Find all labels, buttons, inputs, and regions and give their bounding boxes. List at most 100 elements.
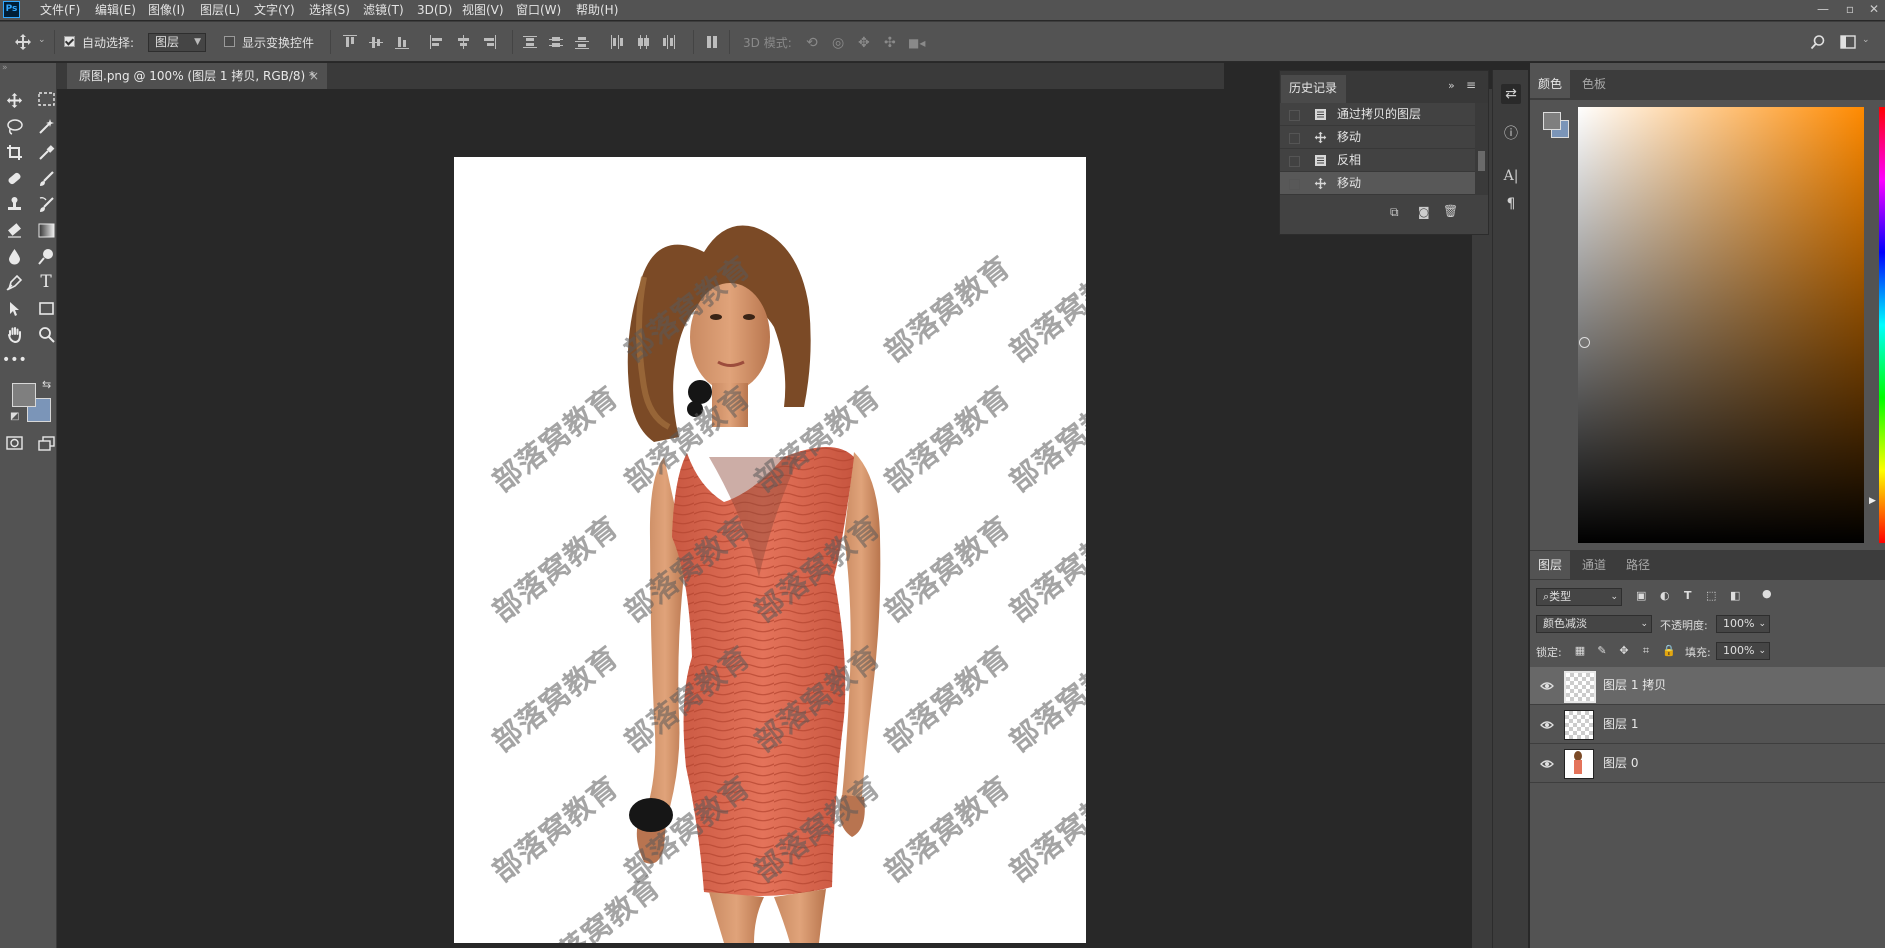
hue-slider-handle-icon[interactable]: ▶	[1869, 496, 1876, 506]
distribute-vcenter-icon[interactable]	[549, 35, 563, 49]
menu-image[interactable]: 图像(I)	[148, 0, 185, 20]
close-tab-icon[interactable]: ×	[309, 63, 319, 89]
snapshot-source-box[interactable]	[1289, 179, 1300, 190]
blur-icon[interactable]	[2, 245, 26, 267]
auto-select-target-dropdown[interactable]: 图层 ▼	[148, 33, 206, 52]
blend-mode-dropdown[interactable]: 颜色减淡 ⌄	[1536, 615, 1652, 633]
panel-menu-icon[interactable]: ≡	[1466, 78, 1476, 92]
align-top-icon[interactable]	[343, 35, 357, 49]
chevron-down-icon[interactable]: ⌄	[1862, 35, 1870, 45]
new-document-from-state-icon[interactable]: ⧉	[1390, 205, 1399, 220]
rectangle-shape-icon[interactable]	[34, 297, 58, 319]
clone-stamp-icon[interactable]	[2, 193, 26, 215]
chevron-down-icon[interactable]: ⌄	[38, 35, 46, 45]
pen-icon[interactable]	[2, 271, 26, 293]
filter-shape-icon[interactable]: ⬚	[1706, 589, 1716, 602]
lasso-icon[interactable]	[2, 115, 26, 137]
workspace-icon[interactable]	[1840, 34, 1856, 50]
layer-row[interactable]: 图层 1 拷贝	[1530, 667, 1885, 705]
3d-scale-icon[interactable]: ■◂	[908, 35, 925, 51]
3d-pan-icon[interactable]: ✥	[858, 35, 870, 51]
close-window-button[interactable]: ✕	[1863, 0, 1885, 20]
move-tool-icon[interactable]	[2, 89, 26, 111]
menu-layer[interactable]: 图层(L)	[200, 0, 240, 20]
default-colors-icon[interactable]: ◩	[10, 411, 19, 422]
gradient-icon[interactable]	[34, 219, 58, 241]
character-icon[interactable]: A|	[1501, 166, 1521, 186]
snapshot-source-box[interactable]	[1289, 110, 1300, 121]
history-item[interactable]: 反相	[1280, 149, 1475, 172]
restore-button[interactable]: ▫	[1839, 0, 1861, 20]
lock-transparent-icon[interactable]: ▦	[1574, 645, 1586, 657]
menu-window[interactable]: 窗口(W)	[516, 0, 561, 20]
3d-slide-icon[interactable]: ✣	[884, 35, 896, 51]
swap-colors-icon[interactable]: ⇆	[42, 378, 51, 391]
foreground-color-chip[interactable]	[1543, 112, 1561, 130]
trash-icon[interactable]: 🗑	[1443, 204, 1458, 218]
auto-select-checkbox[interactable]	[64, 36, 75, 47]
brush-icon[interactable]	[34, 167, 58, 189]
menu-help[interactable]: 帮助(H)	[576, 0, 618, 20]
align-vcenter-icon[interactable]	[369, 35, 383, 49]
history-scrollbar[interactable]	[1475, 103, 1488, 195]
filter-type-icon[interactable]: T	[1684, 589, 1692, 602]
snapshot-source-box[interactable]	[1289, 133, 1300, 144]
history-item[interactable]: 移动	[1280, 172, 1475, 195]
snapshot-source-box[interactable]	[1289, 156, 1300, 167]
lock-position-icon[interactable]: ✥	[1618, 645, 1630, 657]
align-bottom-icon[interactable]	[395, 35, 409, 49]
document-tab[interactable]: 原图.png @ 100% (图层 1 拷贝, RGB/8) * ×	[67, 63, 327, 89]
eraser-icon[interactable]	[2, 219, 26, 241]
path-selection-icon[interactable]	[2, 297, 26, 319]
visibility-eye-icon[interactable]	[1540, 757, 1554, 771]
minimize-button[interactable]: —	[1812, 0, 1834, 20]
search-icon[interactable]	[1810, 34, 1826, 50]
tab-paths[interactable]: 路径	[1618, 551, 1658, 579]
tab-swatches[interactable]: 色板	[1574, 70, 1614, 98]
history-item[interactable]: 移动	[1280, 126, 1475, 149]
lock-all-icon[interactable]: 🔒	[1662, 645, 1676, 657]
hue-slider[interactable]	[1879, 107, 1885, 543]
lock-image-icon[interactable]: ✎	[1596, 645, 1608, 657]
layer-row[interactable]: 图层 1	[1530, 706, 1885, 744]
distribute-left-icon[interactable]	[610, 35, 624, 49]
type-tool-icon[interactable]: T	[34, 271, 58, 293]
layer-row[interactable]: 图层 0	[1530, 745, 1885, 783]
visibility-eye-icon[interactable]	[1540, 679, 1554, 693]
collapse-panel-icon[interactable]: »	[2, 63, 8, 73]
more-tools-icon[interactable]: •••	[2, 349, 27, 371]
hand-tool-icon[interactable]	[2, 323, 26, 345]
magic-wand-icon[interactable]	[34, 115, 58, 137]
screen-mode-icon[interactable]	[34, 433, 58, 455]
move-tool-preset-icon[interactable]	[14, 33, 34, 53]
history-panel-icon[interactable]: ⇄	[1501, 84, 1521, 104]
crop-icon[interactable]	[2, 141, 26, 163]
layer-filter-dropdown[interactable]: ⌕类型 ⌄	[1536, 588, 1622, 606]
align-hcenter-icon[interactable]	[456, 35, 470, 49]
filter-smart-object-icon[interactable]: ◧	[1730, 589, 1740, 602]
color-picker-cursor[interactable]	[1579, 337, 1590, 348]
color-picker-field[interactable]	[1578, 107, 1864, 543]
tab-layers[interactable]: 图层	[1530, 551, 1571, 579]
3d-roll-icon[interactable]: ◎	[832, 35, 844, 51]
tab-color[interactable]: 颜色	[1530, 70, 1571, 98]
history-brush-icon[interactable]	[34, 193, 58, 215]
history-tab[interactable]: 历史记录	[1281, 75, 1346, 103]
menu-type[interactable]: 文字(Y)	[254, 0, 295, 20]
quick-mask-icon[interactable]	[2, 433, 26, 455]
distribute-right-icon[interactable]	[662, 35, 676, 49]
menu-filter[interactable]: 滤镜(T)	[363, 0, 404, 20]
healing-brush-icon[interactable]	[2, 167, 26, 189]
zoom-tool-icon[interactable]	[34, 323, 58, 345]
info-icon[interactable]: ⓘ	[1501, 124, 1521, 144]
eyedropper-icon[interactable]	[34, 141, 58, 163]
filter-adjustment-icon[interactable]: ◐	[1660, 589, 1670, 602]
tab-channels[interactable]: 通道	[1574, 551, 1614, 579]
opacity-input[interactable]: 100% ⌄	[1716, 615, 1770, 633]
paragraph-icon[interactable]: ¶	[1501, 194, 1521, 214]
menu-select[interactable]: 选择(S)	[309, 0, 350, 20]
menu-edit[interactable]: 编辑(E)	[95, 0, 136, 20]
history-item[interactable]: 通过拷贝的图层	[1280, 103, 1475, 126]
lock-artboard-icon[interactable]: ⌗	[1640, 645, 1652, 657]
filter-toggle-icon[interactable]: ●	[1762, 587, 1772, 600]
